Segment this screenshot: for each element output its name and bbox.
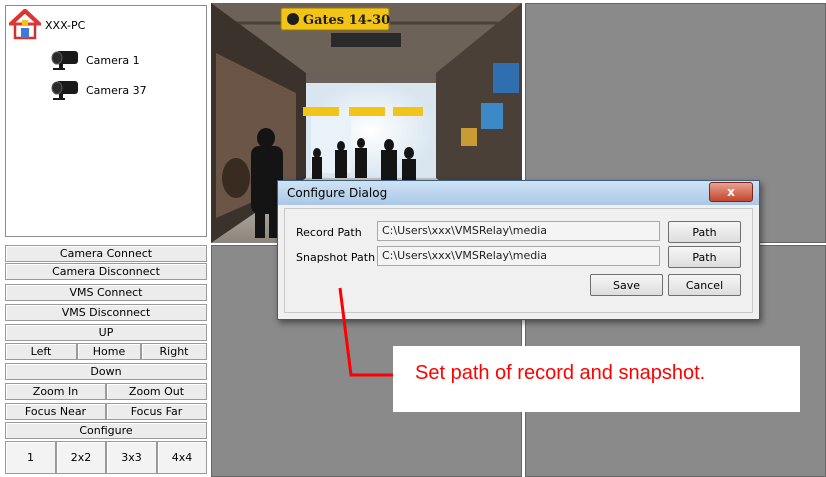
annotation-text: Set path of record and snapshot. (415, 362, 706, 384)
annotation-callout: Set path of record and snapshot. (393, 346, 800, 412)
